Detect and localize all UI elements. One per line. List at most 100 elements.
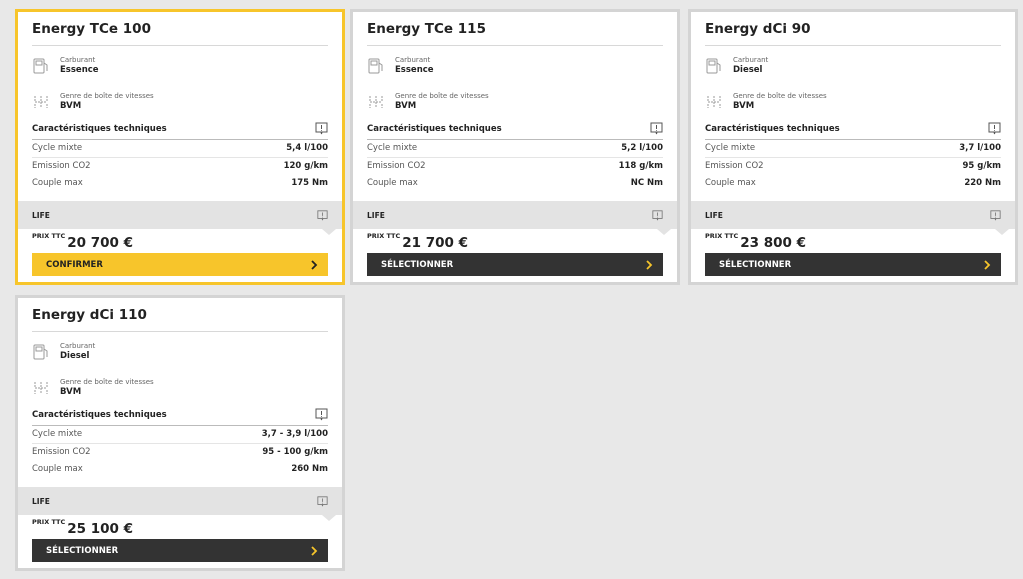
version-card[interactable]: Energy dCi 90 Carburant Diesel Genre de b… [688, 9, 1018, 285]
torque-value: 175 Nm [291, 178, 328, 188]
card-title: Energy dCi 90 [705, 12, 1001, 46]
fuel-label: Carburant [733, 56, 769, 64]
version-bar: LIFE [18, 201, 342, 235]
co2-value: 118 g/km [618, 161, 663, 171]
torque-label: Couple max [32, 464, 83, 474]
gear-shift-icon [34, 382, 48, 394]
chevron-right-icon [646, 259, 653, 270]
cycle-label: Cycle mixte [32, 143, 83, 153]
price-value: 25 100 € [67, 521, 134, 537]
version-card[interactable]: Energy TCe 100 Carburant Essence Genre de… [15, 9, 345, 285]
button-label: SÉLECTIONNER [719, 259, 792, 270]
fuel-label: Carburant [395, 56, 431, 64]
version-bar: LIFE [18, 487, 342, 521]
fuel-label: Carburant [60, 56, 96, 64]
select-button[interactable]: SÉLECTIONNER [32, 539, 328, 562]
gearbox-value: BVM [395, 101, 417, 111]
gearbox-value: BVM [60, 387, 82, 397]
fuel-label: Carburant [60, 342, 96, 350]
gearbox-value: BVM [60, 101, 82, 111]
fuel-pump-icon [33, 344, 48, 360]
price-label: PRIX TTC [32, 518, 66, 526]
cycle-value: 3,7 - 3,9 l/100 [261, 429, 328, 439]
card-title: Energy TCe 115 [367, 12, 663, 46]
torque-value: 220 Nm [964, 178, 1001, 188]
cycle-value: 5,4 l/100 [286, 143, 328, 153]
torque-value: NC Nm [630, 178, 663, 188]
gearbox-label: Genre de boîte de vitesses [395, 92, 489, 100]
fuel-value: Diesel [60, 351, 90, 361]
chevron-right-icon [311, 259, 318, 270]
price: PRIX TTC 25 100 € [32, 518, 133, 537]
co2-value: 120 g/km [283, 161, 328, 171]
torque-label: Couple max [32, 178, 83, 188]
version-card[interactable]: Energy TCe 115 Carburant Essence Genre de… [350, 9, 680, 285]
tech-title: Caractéristiques techniques [32, 123, 167, 134]
button-label: SÉLECTIONNER [381, 259, 454, 270]
price-value: 21 700 € [402, 235, 469, 251]
co2-label: Emission CO2 [705, 161, 764, 171]
gearbox-label: Genre de boîte de vitesses [60, 92, 154, 100]
fuel-value: Essence [60, 65, 99, 75]
co2-label: Emission CO2 [32, 161, 91, 171]
gear-shift-icon [707, 96, 721, 108]
cycle-label: Cycle mixte [32, 429, 83, 439]
version-label: LIFE [705, 210, 723, 220]
cycle-label: Cycle mixte [367, 143, 418, 153]
info-bubble-icon[interactable] [315, 408, 328, 421]
price: PRIX TTC 21 700 € [367, 232, 468, 251]
version-label: LIFE [32, 496, 50, 506]
cycle-value: 3,7 l/100 [959, 143, 1001, 153]
co2-label: Emission CO2 [32, 447, 91, 457]
co2-value: 95 - 100 g/km [262, 447, 328, 457]
card-title: Energy TCe 100 [32, 12, 328, 46]
tech-title: Caractéristiques techniques [32, 409, 167, 420]
torque-label: Couple max [705, 178, 756, 188]
card-title: Energy dCi 110 [32, 298, 328, 332]
select-button[interactable]: SÉLECTIONNER [705, 253, 1001, 276]
price: PRIX TTC 20 700 € [32, 232, 133, 251]
gear-shift-icon [34, 96, 48, 108]
confirm-button[interactable]: CONFIRMER [32, 253, 328, 276]
info-bubble-icon[interactable] [317, 495, 328, 507]
version-bar: LIFE [691, 201, 1015, 235]
fuel-pump-icon [33, 58, 48, 74]
gearbox-label: Genre de boîte de vitesses [733, 92, 827, 100]
tech-title: Caractéristiques techniques [367, 123, 502, 134]
tech-title: Caractéristiques techniques [705, 123, 840, 134]
chevron-right-icon [984, 259, 991, 270]
co2-label: Emission CO2 [367, 161, 426, 171]
select-button[interactable]: SÉLECTIONNER [367, 253, 663, 276]
version-label: LIFE [367, 210, 385, 220]
torque-value: 260 Nm [291, 464, 328, 474]
torque-label: Couple max [367, 178, 418, 188]
price-label: PRIX TTC [367, 232, 401, 240]
button-label: CONFIRMER [46, 259, 103, 270]
fuel-value: Essence [395, 65, 434, 75]
gear-shift-icon [369, 96, 383, 108]
gearbox-label: Genre de boîte de vitesses [60, 378, 154, 386]
fuel-value: Diesel [733, 65, 763, 75]
price: PRIX TTC 23 800 € [705, 232, 806, 251]
fuel-pump-icon [706, 58, 721, 74]
info-bubble-icon[interactable] [990, 209, 1001, 221]
price-label: PRIX TTC [705, 232, 739, 240]
version-label: LIFE [32, 210, 50, 220]
info-bubble-icon[interactable] [650, 122, 663, 135]
button-label: SÉLECTIONNER [46, 545, 119, 556]
fuel-pump-icon [368, 58, 383, 74]
info-bubble-icon[interactable] [315, 122, 328, 135]
version-bar: LIFE [353, 201, 677, 235]
price-value: 20 700 € [67, 235, 134, 251]
chevron-right-icon [311, 545, 318, 556]
cycle-value: 5,2 l/100 [621, 143, 663, 153]
info-bubble-icon[interactable] [988, 122, 1001, 135]
price-label: PRIX TTC [32, 232, 66, 240]
info-bubble-icon[interactable] [317, 209, 328, 221]
version-card[interactable]: Energy dCi 110 Carburant Diesel Genre de … [15, 295, 345, 571]
gearbox-value: BVM [733, 101, 755, 111]
info-bubble-icon[interactable] [652, 209, 663, 221]
cycle-label: Cycle mixte [705, 143, 756, 153]
price-value: 23 800 € [740, 235, 807, 251]
co2-value: 95 g/km [962, 161, 1002, 171]
